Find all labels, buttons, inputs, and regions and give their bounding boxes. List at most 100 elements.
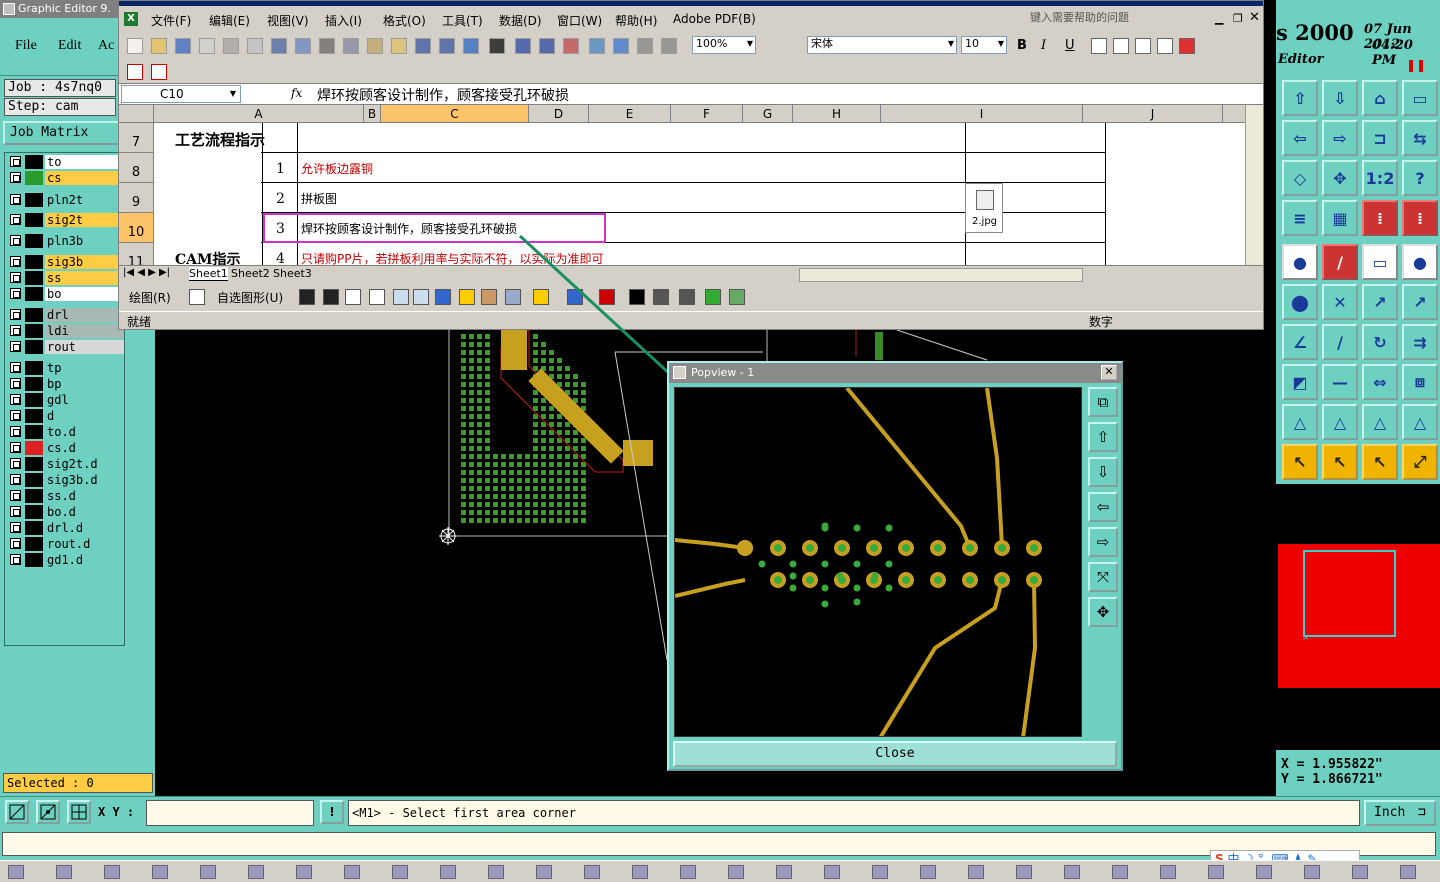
wordart-icon[interactable] <box>435 289 451 305</box>
zoom-frame-icon[interactable]: ▭ <box>1402 80 1438 116</box>
layer-checkbox[interactable] <box>10 256 21 267</box>
attachment-object[interactable]: 2.jpg <box>965 183 1003 233</box>
pan-back-icon[interactable]: ⊐ <box>1362 120 1398 156</box>
select-icon[interactable]: ↖ <box>1282 444 1318 480</box>
bottom-view-icon[interactable]: ⇩ <box>1322 80 1358 116</box>
cell-c[interactable]: 只请购PP片，若拼板利用率与实际不符，以实际为准即可 <box>301 250 603 265</box>
pv-fit-icon[interactable]: ⤧ <box>1088 562 1118 592</box>
taskbar-button[interactable] <box>1160 865 1176 879</box>
new-icon[interactable] <box>127 38 143 54</box>
circle-icon[interactable]: ● <box>1402 244 1438 280</box>
picture-icon[interactable] <box>505 289 521 305</box>
autoshape-menu[interactable]: 自选图形(U) <box>217 289 283 306</box>
spell-icon[interactable] <box>271 38 287 54</box>
layer-row[interactable]: rout.d <box>7 537 124 551</box>
rect-icon[interactable] <box>345 289 361 305</box>
column-header[interactable]: I <box>881 105 1083 123</box>
layer-checkbox[interactable] <box>10 288 21 299</box>
pv-bottom-icon[interactable]: ⇩ <box>1088 457 1118 487</box>
paste-icon[interactable] <box>367 38 383 54</box>
snap-icon[interactable] <box>5 800 29 824</box>
pad-edit-icon[interactable]: ◩ <box>1282 364 1318 400</box>
cell-a11[interactable]: CAM指示 <box>175 249 241 265</box>
stretch-icon[interactable]: ⇔ <box>1362 364 1398 400</box>
column-header[interactable]: H <box>793 105 881 123</box>
taskbar-button[interactable] <box>1064 865 1080 879</box>
layer-row[interactable]: sig3b <box>7 255 124 269</box>
layer-checkbox[interactable] <box>10 490 21 501</box>
taskbar-button[interactable] <box>1352 865 1368 879</box>
more-icon[interactable] <box>637 38 653 54</box>
cell-b[interactable]: 4 <box>276 251 285 265</box>
slash-icon[interactable]: / <box>1322 324 1358 360</box>
triangle-a-icon[interactable]: △ <box>1282 404 1318 440</box>
layer-checkbox[interactable] <box>10 309 21 320</box>
swap-icon[interactable]: ⇆ <box>1402 120 1438 156</box>
open-icon[interactable] <box>151 38 167 54</box>
layer-checkbox[interactable] <box>10 538 21 549</box>
cell-c[interactable]: 拼板图 <box>301 190 337 207</box>
help-icon[interactable]: ? <box>1402 160 1438 196</box>
delete-move-icon[interactable]: ↗ <box>1402 284 1438 320</box>
taskbar-button[interactable] <box>488 865 504 879</box>
font-color-icon[interactable] <box>599 289 615 305</box>
cell-b[interactable]: 1 <box>276 161 285 177</box>
column-header[interactable]: D <box>529 105 589 123</box>
taskbar-button[interactable] <box>1304 865 1320 879</box>
layer-row[interactable]: bo <box>7 287 124 301</box>
copy-shape-icon[interactable]: ⧈ <box>1402 364 1438 400</box>
spreadsheet-grid[interactable]: ABCDEFGHIJKL 781允许板边露铜92拼板图103焊环按顾客设计制作，… <box>119 105 1263 265</box>
column-header[interactable]: C <box>381 105 529 123</box>
excel-menu-item[interactable]: Adobe PDF(B) <box>673 12 756 26</box>
name-box[interactable]: C10 ▼ <box>121 85 241 103</box>
redo-icon[interactable] <box>439 38 455 54</box>
dash-style-icon[interactable] <box>653 289 669 305</box>
triangle-c-icon[interactable]: △ <box>1362 404 1398 440</box>
pdf-convert-icon[interactable] <box>127 64 143 80</box>
font-color-icon[interactable] <box>1179 38 1195 54</box>
hyperlink-icon[interactable] <box>463 38 479 54</box>
row-header[interactable]: 7 <box>119 123 154 153</box>
excel-menu-item[interactable]: 编辑(E) <box>209 12 250 29</box>
sheet-nav-icons[interactable]: |◀ ◀ ▶ ▶| <box>123 267 170 278</box>
excel-menu-item[interactable]: 工具(T) <box>442 12 483 29</box>
layer-row[interactable]: drl.d <box>7 521 124 535</box>
taskbar-button[interactable] <box>1112 865 1128 879</box>
taskbar-button[interactable] <box>536 865 552 879</box>
layer-checkbox[interactable] <box>10 235 21 246</box>
triangle-b-icon[interactable]: △ <box>1322 404 1358 440</box>
layer-row[interactable]: ldi <box>7 324 124 338</box>
oval-icon[interactable] <box>369 289 385 305</box>
layer-checkbox[interactable] <box>10 522 21 533</box>
pv-right-icon[interactable]: ⇨ <box>1088 527 1118 557</box>
sort-asc-icon[interactable] <box>515 38 531 54</box>
select-box-icon[interactable]: ↖ <box>1322 444 1358 480</box>
pdf-email-icon[interactable] <box>151 64 167 80</box>
top-view-icon[interactable]: ⇧ <box>1282 80 1318 116</box>
layer-checkbox[interactable] <box>10 156 21 167</box>
menu-file[interactable]: File <box>15 38 37 54</box>
layer-row[interactable]: to.d <box>7 425 124 439</box>
fx-icon[interactable]: fx <box>291 86 302 100</box>
triangle-d-icon[interactable]: △ <box>1402 404 1438 440</box>
arrow-icon[interactable] <box>323 289 339 305</box>
edit-red-icon[interactable]: / <box>1322 244 1358 280</box>
taskbar-button[interactable] <box>392 865 408 879</box>
layer-checkbox[interactable] <box>10 378 21 389</box>
font-size-combo[interactable]: 10 ▼ <box>961 36 1007 54</box>
layer-row[interactable]: gd1.d <box>7 553 124 567</box>
taskbar-button[interactable] <box>344 865 360 879</box>
align-right-icon[interactable] <box>1135 38 1151 54</box>
column-header[interactable]: J <box>1083 105 1223 123</box>
underline-button[interactable]: U <box>1065 38 1075 53</box>
select-net-icon[interactable]: ⤢ <box>1402 444 1438 480</box>
center-icon[interactable] <box>1113 38 1129 54</box>
cell-c[interactable]: 允许板边露铜 <box>301 160 373 177</box>
sheet-tab[interactable]: Sheet2 <box>231 267 270 280</box>
diagram-icon[interactable] <box>459 289 475 305</box>
pv-center-icon[interactable]: ✥ <box>1088 597 1118 627</box>
bold-button[interactable]: B <box>1017 38 1027 53</box>
cut-icon[interactable] <box>319 38 335 54</box>
layer-checkbox[interactable] <box>10 442 21 453</box>
cut-line-icon[interactable]: — <box>1322 364 1358 400</box>
